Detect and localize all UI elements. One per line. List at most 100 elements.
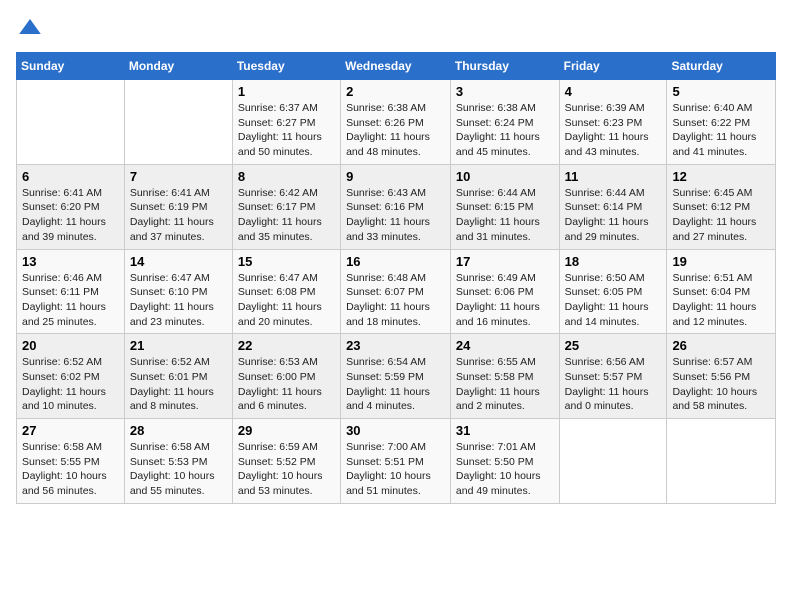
day-number: 27 bbox=[22, 423, 119, 438]
cell-content: Sunrise: 6:47 AM Sunset: 6:10 PM Dayligh… bbox=[130, 271, 227, 330]
calendar-cell: 14 Sunrise: 6:47 AM Sunset: 6:10 PM Dayli… bbox=[124, 249, 232, 334]
day-header-saturday: Saturday bbox=[667, 53, 776, 80]
calendar-cell: 11Sunrise: 6:44 AM Sunset: 6:14 PM Dayli… bbox=[559, 164, 667, 249]
cell-content: Sunrise: 6:51 AM Sunset: 6:04 PM Dayligh… bbox=[672, 271, 770, 330]
day-number: 31 bbox=[456, 423, 554, 438]
cell-content: Sunrise: 6:39 AM Sunset: 6:23 PM Dayligh… bbox=[565, 101, 662, 160]
day-header-thursday: Thursday bbox=[450, 53, 559, 80]
calendar-cell: 31Sunrise: 7:01 AM Sunset: 5:50 PM Dayli… bbox=[450, 419, 559, 504]
calendar-cell bbox=[17, 80, 125, 165]
day-number: 15 bbox=[238, 254, 335, 269]
cell-content: Sunrise: 6:40 AM Sunset: 6:22 PM Dayligh… bbox=[672, 101, 770, 160]
day-number: 6 bbox=[22, 169, 119, 184]
day-number: 23 bbox=[346, 338, 445, 353]
calendar-cell: 29Sunrise: 6:59 AM Sunset: 5:52 PM Dayli… bbox=[232, 419, 340, 504]
calendar-cell: 15 Sunrise: 6:47 AM Sunset: 6:08 PM Dayli… bbox=[232, 249, 340, 334]
cell-content: Sunrise: 6:43 AM Sunset: 6:16 PM Dayligh… bbox=[346, 186, 445, 245]
calendar-cell: 21 Sunrise: 6:52 AM Sunset: 6:01 PM Dayli… bbox=[124, 334, 232, 419]
calendar-cell: 8 Sunrise: 6:42 AM Sunset: 6:17 PM Daylig… bbox=[232, 164, 340, 249]
calendar-week-5: 27 Sunrise: 6:58 AM Sunset: 5:55 PM Dayli… bbox=[17, 419, 776, 504]
day-number: 7 bbox=[130, 169, 227, 184]
calendar-cell: 12 Sunrise: 6:45 AM Sunset: 6:12 PM Dayli… bbox=[667, 164, 776, 249]
day-number: 21 bbox=[130, 338, 227, 353]
calendar-cell: 30Sunrise: 7:00 AM Sunset: 5:51 PM Dayli… bbox=[341, 419, 451, 504]
day-number: 4 bbox=[565, 84, 662, 99]
cell-content: Sunrise: 6:49 AM Sunset: 6:06 PM Dayligh… bbox=[456, 271, 554, 330]
day-header-tuesday: Tuesday bbox=[232, 53, 340, 80]
day-header-monday: Monday bbox=[124, 53, 232, 80]
cell-content: Sunrise: 6:41 AM Sunset: 6:20 PM Dayligh… bbox=[22, 186, 119, 245]
cell-content: Sunrise: 6:55 AM Sunset: 5:58 PM Dayligh… bbox=[456, 355, 554, 414]
cell-content: Sunrise: 6:44 AM Sunset: 6:15 PM Dayligh… bbox=[456, 186, 554, 245]
calendar-week-2: 6 Sunrise: 6:41 AM Sunset: 6:20 PM Daylig… bbox=[17, 164, 776, 249]
day-number: 3 bbox=[456, 84, 554, 99]
day-number: 2 bbox=[346, 84, 445, 99]
calendar-cell: 22 Sunrise: 6:53 AM Sunset: 6:00 PM Dayli… bbox=[232, 334, 340, 419]
cell-content: Sunrise: 6:56 AM Sunset: 5:57 PM Dayligh… bbox=[565, 355, 662, 414]
day-number: 17 bbox=[456, 254, 554, 269]
calendar-cell: 19 Sunrise: 6:51 AM Sunset: 6:04 PM Dayli… bbox=[667, 249, 776, 334]
cell-content: Sunrise: 6:52 AM Sunset: 6:02 PM Dayligh… bbox=[22, 355, 119, 414]
calendar-cell: 2 Sunrise: 6:38 AM Sunset: 6:26 PM Daylig… bbox=[341, 80, 451, 165]
cell-content: Sunrise: 6:42 AM Sunset: 6:17 PM Dayligh… bbox=[238, 186, 335, 245]
cell-content: Sunrise: 6:52 AM Sunset: 6:01 PM Dayligh… bbox=[130, 355, 227, 414]
calendar-week-4: 20 Sunrise: 6:52 AM Sunset: 6:02 PM Dayli… bbox=[17, 334, 776, 419]
calendar-week-3: 13 Sunrise: 6:46 AM Sunset: 6:11 PM Dayli… bbox=[17, 249, 776, 334]
day-number: 5 bbox=[672, 84, 770, 99]
day-number: 12 bbox=[672, 169, 770, 184]
day-number: 25 bbox=[565, 338, 662, 353]
day-number: 28 bbox=[130, 423, 227, 438]
calendar-cell: 26 Sunrise: 6:57 AM Sunset: 5:56 PM Dayli… bbox=[667, 334, 776, 419]
calendar-cell: 16Sunrise: 6:48 AM Sunset: 6:07 PM Dayli… bbox=[341, 249, 451, 334]
calendar-cell: 18Sunrise: 6:50 AM Sunset: 6:05 PM Dayli… bbox=[559, 249, 667, 334]
cell-content: Sunrise: 7:00 AM Sunset: 5:51 PM Dayligh… bbox=[346, 440, 445, 499]
cell-content: Sunrise: 6:47 AM Sunset: 6:08 PM Dayligh… bbox=[238, 271, 335, 330]
calendar-cell: 25 Sunrise: 6:56 AM Sunset: 5:57 PM Dayli… bbox=[559, 334, 667, 419]
calendar-cell: 17 Sunrise: 6:49 AM Sunset: 6:06 PM Dayli… bbox=[450, 249, 559, 334]
calendar-cell: 24 Sunrise: 6:55 AM Sunset: 5:58 PM Dayli… bbox=[450, 334, 559, 419]
day-number: 24 bbox=[456, 338, 554, 353]
cell-content: Sunrise: 6:41 AM Sunset: 6:19 PM Dayligh… bbox=[130, 186, 227, 245]
calendar-cell: 6 Sunrise: 6:41 AM Sunset: 6:20 PM Daylig… bbox=[17, 164, 125, 249]
calendar-cell: 23Sunrise: 6:54 AM Sunset: 5:59 PM Dayli… bbox=[341, 334, 451, 419]
day-number: 1 bbox=[238, 84, 335, 99]
cell-content: Sunrise: 6:37 AM Sunset: 6:27 PM Dayligh… bbox=[238, 101, 335, 160]
day-number: 16 bbox=[346, 254, 445, 269]
cell-content: Sunrise: 6:38 AM Sunset: 6:26 PM Dayligh… bbox=[346, 101, 445, 160]
calendar-cell: 7 Sunrise: 6:41 AM Sunset: 6:19 PM Daylig… bbox=[124, 164, 232, 249]
day-number: 11 bbox=[565, 169, 662, 184]
day-number: 10 bbox=[456, 169, 554, 184]
calendar-table: SundayMondayTuesdayWednesdayThursdayFrid… bbox=[16, 52, 776, 504]
day-header-friday: Friday bbox=[559, 53, 667, 80]
day-number: 8 bbox=[238, 169, 335, 184]
calendar-cell: 3 Sunrise: 6:38 AM Sunset: 6:24 PM Daylig… bbox=[450, 80, 559, 165]
cell-content: Sunrise: 6:45 AM Sunset: 6:12 PM Dayligh… bbox=[672, 186, 770, 245]
calendar-cell: 9 Sunrise: 6:43 AM Sunset: 6:16 PM Daylig… bbox=[341, 164, 451, 249]
cell-content: Sunrise: 6:53 AM Sunset: 6:00 PM Dayligh… bbox=[238, 355, 335, 414]
day-number: 13 bbox=[22, 254, 119, 269]
cell-content: Sunrise: 6:57 AM Sunset: 5:56 PM Dayligh… bbox=[672, 355, 770, 414]
day-number: 19 bbox=[672, 254, 770, 269]
calendar-cell: 28 Sunrise: 6:58 AM Sunset: 5:53 PM Dayli… bbox=[124, 419, 232, 504]
calendar-cell bbox=[667, 419, 776, 504]
cell-content: Sunrise: 6:58 AM Sunset: 5:53 PM Dayligh… bbox=[130, 440, 227, 499]
calendar-cell bbox=[124, 80, 232, 165]
calendar-cell bbox=[559, 419, 667, 504]
calendar-cell: 5 Sunrise: 6:40 AM Sunset: 6:22 PM Daylig… bbox=[667, 80, 776, 165]
calendar-cell: 13 Sunrise: 6:46 AM Sunset: 6:11 PM Dayli… bbox=[17, 249, 125, 334]
day-number: 20 bbox=[22, 338, 119, 353]
cell-content: Sunrise: 6:38 AM Sunset: 6:24 PM Dayligh… bbox=[456, 101, 554, 160]
calendar-cell: 20 Sunrise: 6:52 AM Sunset: 6:02 PM Dayli… bbox=[17, 334, 125, 419]
day-number: 22 bbox=[238, 338, 335, 353]
calendar-cell: 10 Sunrise: 6:44 AM Sunset: 6:15 PM Dayli… bbox=[450, 164, 559, 249]
cell-content: Sunrise: 6:46 AM Sunset: 6:11 PM Dayligh… bbox=[22, 271, 119, 330]
page-header bbox=[16, 16, 776, 40]
day-number: 18 bbox=[565, 254, 662, 269]
day-number: 9 bbox=[346, 169, 445, 184]
day-number: 14 bbox=[130, 254, 227, 269]
cell-content: Sunrise: 6:59 AM Sunset: 5:52 PM Dayligh… bbox=[238, 440, 335, 499]
calendar-week-1: 1 Sunrise: 6:37 AM Sunset: 6:27 PM Daylig… bbox=[17, 80, 776, 165]
day-number: 26 bbox=[672, 338, 770, 353]
calendar-cell: 1 Sunrise: 6:37 AM Sunset: 6:27 PM Daylig… bbox=[232, 80, 340, 165]
cell-content: Sunrise: 6:58 AM Sunset: 5:55 PM Dayligh… bbox=[22, 440, 119, 499]
